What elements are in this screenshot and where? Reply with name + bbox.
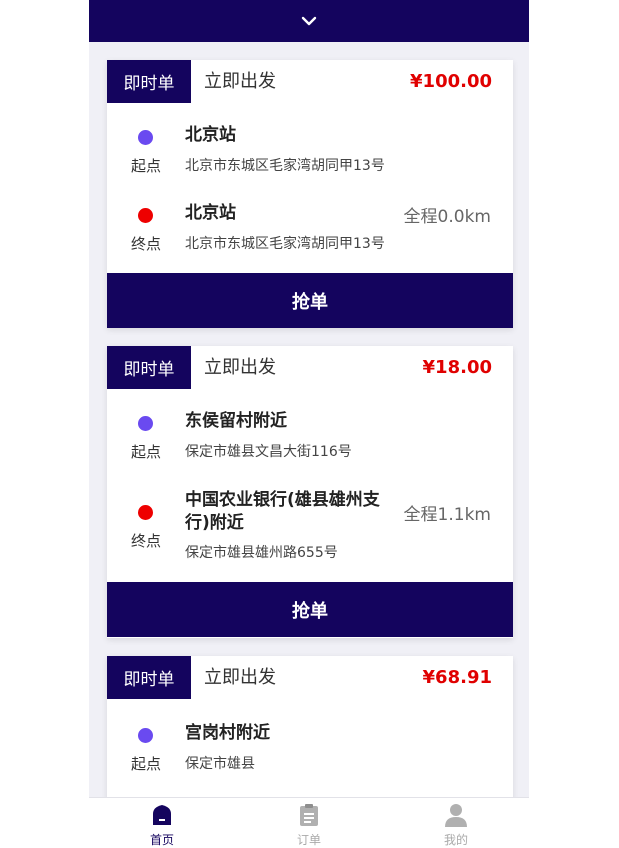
nav-label-home: 首页 <box>149 833 174 847</box>
start-dot-icon <box>138 130 153 145</box>
end-name: 北京站 <box>185 203 236 223</box>
nav-item-mine[interactable]: 我的 <box>426 798 486 848</box>
order-price: ¥100.00 <box>410 71 492 92</box>
order-card: 即时单 立即出发 ¥100.00 起点 北京站 北京市东城区毛家湾胡同甲13号 … <box>107 60 513 328</box>
start-tag: 起点 <box>130 443 161 461</box>
order-card-header: 即时单 立即出发 ¥100.00 <box>107 60 513 103</box>
app-screen: 即时单 立即出发 ¥100.00 起点 北京站 北京市东城区毛家湾胡同甲13号 … <box>89 0 529 848</box>
end-address: 保定市雄县雄州路655号 <box>185 545 338 561</box>
depart-time: 立即出发 <box>204 667 276 688</box>
depart-time: 立即出发 <box>204 357 276 378</box>
order-card: 即时单 立即出发 ¥18.00 起点 东侯留村附近 保定市雄县文昌大街116号 … <box>107 346 513 638</box>
nav-label-orders: 订单 <box>296 833 321 847</box>
order-price: ¥68.91 <box>422 667 492 688</box>
home-icon <box>153 805 171 825</box>
nav-item-home[interactable]: 首页 <box>132 798 192 848</box>
user-icon <box>445 804 467 827</box>
order-price: ¥18.00 <box>422 357 492 378</box>
trip-distance: 全程0.0km <box>403 207 491 227</box>
start-name: 宫岗村附近 <box>185 723 270 743</box>
end-tag: 终点 <box>130 235 161 253</box>
order-type-badge: 即时单 <box>107 60 191 103</box>
grab-order-button[interactable]: 抢单 <box>107 582 513 637</box>
chevron-down-icon[interactable] <box>300 15 318 27</box>
grab-order-button[interactable]: 抢单 <box>107 273 513 328</box>
start-address: 保定市雄县文昌大街116号 <box>185 444 352 460</box>
end-dot-icon <box>138 505 153 520</box>
top-collapse-bar[interactable] <box>89 0 529 42</box>
start-name: 北京站 <box>185 125 236 145</box>
end-name: 中国农业银行(雄县雄州支行)附近 <box>185 490 380 533</box>
start-address: 保定市雄县 <box>185 756 255 772</box>
order-card-header: 即时单 立即出发 ¥18.00 <box>107 346 513 389</box>
end-tag: 终点 <box>130 532 161 550</box>
clipboard-icon <box>300 804 318 826</box>
end-address: 北京市东城区毛家湾胡同甲13号 <box>185 236 385 252</box>
trip-distance: 全程1.1km <box>403 505 491 525</box>
start-dot-icon <box>138 416 153 431</box>
order-type-badge: 即时单 <box>107 346 191 389</box>
start-dot-icon <box>138 728 153 743</box>
depart-time: 立即出发 <box>204 71 276 92</box>
bottom-nav: 首页 订单 我的 <box>89 797 529 848</box>
end-dot-icon <box>138 208 153 223</box>
nav-label-mine: 我的 <box>443 833 468 847</box>
start-name: 东侯留村附近 <box>185 411 287 431</box>
order-card-header: 即时单 立即出发 ¥68.91 <box>107 656 513 699</box>
order-type-badge: 即时单 <box>107 656 191 699</box>
nav-item-orders[interactable]: 订单 <box>279 798 339 848</box>
start-tag: 起点 <box>130 755 161 773</box>
start-tag: 起点 <box>130 157 161 175</box>
start-address: 北京市东城区毛家湾胡同甲13号 <box>185 158 385 174</box>
